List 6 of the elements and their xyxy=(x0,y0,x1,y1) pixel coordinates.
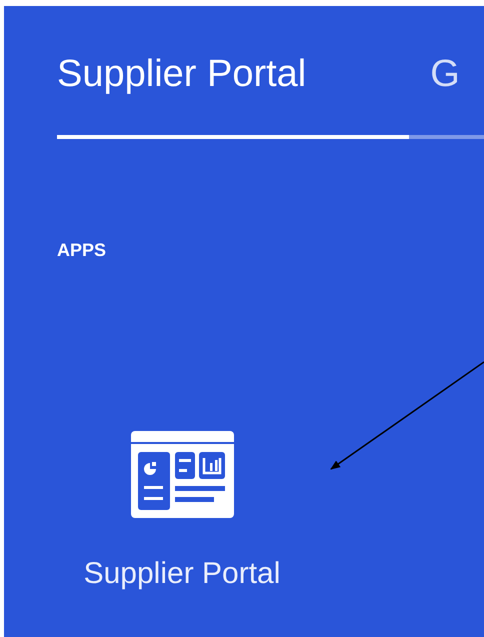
tab[interactable]: Supplier Portal xyxy=(57,46,306,102)
dashboard-icon xyxy=(130,431,234,518)
app-tile[interactable]: Supplier Portal xyxy=(41,431,323,592)
app-label: Supplier Portal xyxy=(84,556,280,592)
tab[interactable]: G xyxy=(430,46,460,102)
section-title: APPS xyxy=(57,239,108,261)
